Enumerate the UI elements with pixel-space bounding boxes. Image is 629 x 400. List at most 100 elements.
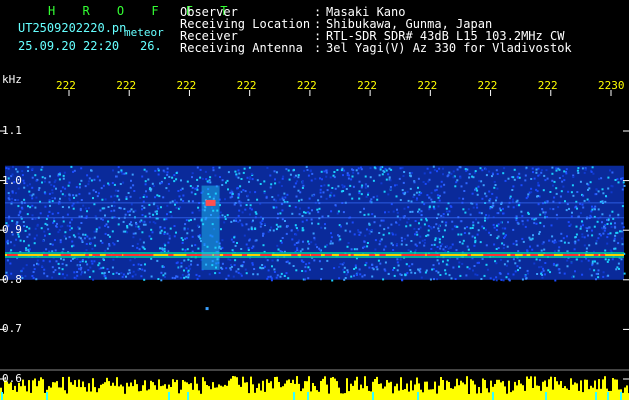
amplitude-bar — [280, 387, 282, 400]
noise-speck — [89, 242, 92, 245]
noise-speck — [420, 210, 423, 213]
noise-speck — [144, 263, 146, 266]
noise-speck — [325, 171, 328, 174]
noise-speck — [531, 167, 534, 170]
noise-speck — [367, 193, 369, 196]
noise-speck — [177, 190, 180, 192]
noise-speck — [158, 195, 161, 198]
carrier-hotspot — [467, 254, 471, 256]
noise-speck — [280, 185, 283, 187]
noise-speck — [497, 235, 500, 238]
noise-speck — [474, 239, 477, 242]
noise-speck — [544, 273, 546, 276]
noise-speck — [350, 178, 353, 181]
noise-speck — [590, 170, 593, 173]
noise-speck — [434, 237, 437, 240]
noise-speck — [308, 262, 311, 265]
noise-speck — [103, 271, 106, 274]
noise-speck — [51, 200, 54, 203]
amplitude-bar — [14, 385, 16, 400]
noise-speck — [44, 222, 47, 225]
noise-speck — [417, 228, 420, 231]
noise-speck — [276, 274, 279, 277]
noise-speck — [283, 192, 286, 195]
noise-speck — [57, 262, 60, 265]
noise-speck — [546, 200, 549, 203]
marker-tick — [545, 392, 547, 400]
noise-speck — [286, 225, 289, 228]
noise-speck — [84, 260, 87, 263]
noise-speck — [25, 249, 28, 252]
noise-speck — [319, 177, 321, 180]
amplitude-bar — [584, 379, 586, 400]
noise-speck — [76, 271, 79, 273]
noise-speck — [347, 271, 349, 274]
noise-speck — [542, 211, 545, 214]
noise-speck — [547, 269, 550, 272]
noise-speck — [331, 187, 334, 189]
noise-speck — [296, 247, 299, 250]
noise-speck — [49, 204, 51, 207]
noise-speck — [446, 259, 449, 262]
noise-speck — [607, 233, 610, 235]
amplitude-bar — [136, 384, 138, 400]
noise-speck — [181, 242, 184, 244]
noise-speck — [304, 270, 307, 273]
noise-speck — [442, 235, 444, 238]
noise-speck — [301, 229, 304, 232]
noise-speck — [141, 205, 144, 207]
noise-speck — [293, 185, 296, 188]
noise-speck — [219, 247, 222, 250]
noise-speck — [555, 192, 558, 195]
noise-speck — [54, 249, 57, 252]
noise-speck — [439, 247, 442, 250]
noise-speck — [367, 191, 370, 194]
noise-speck — [276, 259, 279, 262]
noise-speck — [28, 233, 31, 236]
noise-speck — [108, 271, 110, 273]
amplitude-bar — [40, 377, 42, 400]
amplitude-bar — [334, 378, 336, 400]
noise-speck — [58, 267, 61, 270]
noise-speck — [559, 195, 562, 198]
noise-speck — [233, 203, 236, 206]
noise-speck — [382, 278, 385, 281]
amplitude-bar — [472, 380, 474, 400]
amplitude-bar — [102, 383, 104, 400]
amplitude-bar — [116, 377, 118, 400]
noise-speck — [382, 219, 385, 222]
noise-speck — [524, 225, 527, 228]
noise-speck — [237, 221, 240, 223]
amplitude-bar — [474, 384, 476, 400]
noise-speck — [312, 232, 315, 235]
noise-speck — [70, 218, 73, 221]
amplitude-bar — [370, 391, 372, 400]
noise-speck — [485, 244, 488, 247]
noise-speck — [309, 169, 312, 172]
noise-speck — [462, 208, 465, 211]
noise-speck — [334, 187, 337, 190]
noise-speck — [351, 197, 354, 200]
noise-speck — [345, 273, 348, 276]
noise-speck — [521, 215, 524, 218]
carrier-hotspot — [189, 254, 200, 256]
noise-speck — [23, 186, 26, 189]
noise-speck — [85, 243, 88, 245]
noise-speck — [51, 189, 54, 192]
noise-speck — [535, 258, 538, 261]
noise-speck — [241, 224, 244, 227]
noise-speck — [363, 207, 365, 210]
noise-speck — [419, 235, 422, 238]
amplitude-bar — [162, 385, 164, 400]
noise-speck — [148, 203, 151, 206]
noise-speck — [504, 179, 507, 182]
noise-speck — [198, 235, 201, 238]
noise-speck — [182, 194, 185, 197]
noise-speck — [28, 248, 31, 251]
noise-speck — [9, 262, 12, 265]
amplitude-bar — [104, 382, 106, 400]
noise-speck — [485, 195, 488, 198]
noise-speck — [320, 170, 323, 173]
amplitude-bar — [296, 376, 298, 400]
noise-speck — [93, 203, 96, 206]
